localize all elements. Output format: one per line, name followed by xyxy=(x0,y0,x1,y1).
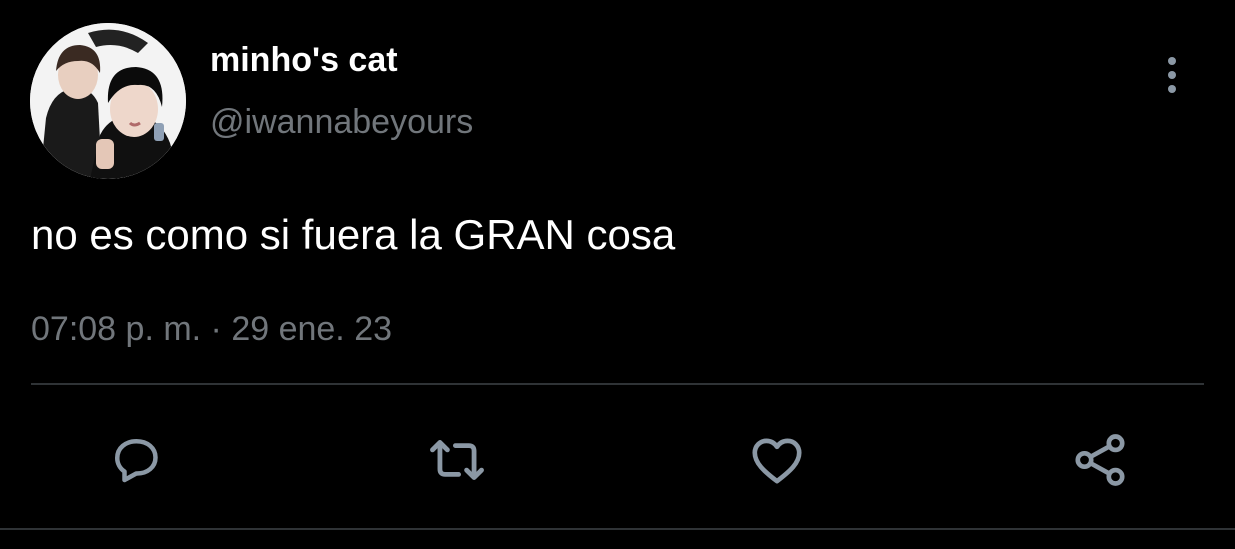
like-button[interactable] xyxy=(745,428,809,492)
divider xyxy=(31,383,1204,385)
tweet-timestamp[interactable]: 07:08 p. m. · 29 ene. 23 xyxy=(31,308,392,350)
user-handle[interactable]: @iwannabeyours xyxy=(210,100,473,144)
avatar[interactable] xyxy=(30,23,186,179)
more-vertical-icon[interactable] xyxy=(1152,50,1192,100)
heart-icon xyxy=(746,429,808,491)
tweet-detail: minho's cat @iwannabeyours no es como si… xyxy=(0,0,1235,549)
share-button[interactable] xyxy=(1068,428,1132,492)
tweet-text: no es como si fuera la GRAN cosa xyxy=(31,211,676,258)
reply-icon xyxy=(106,430,166,490)
display-name[interactable]: minho's cat xyxy=(210,38,398,82)
retweet-button[interactable] xyxy=(425,428,489,492)
more-dot xyxy=(1168,71,1176,79)
retweet-icon xyxy=(425,428,489,492)
divider xyxy=(0,528,1235,530)
more-dot xyxy=(1168,57,1176,65)
reply-button[interactable] xyxy=(104,428,168,492)
more-dot xyxy=(1168,85,1176,93)
share-icon xyxy=(1069,429,1131,491)
